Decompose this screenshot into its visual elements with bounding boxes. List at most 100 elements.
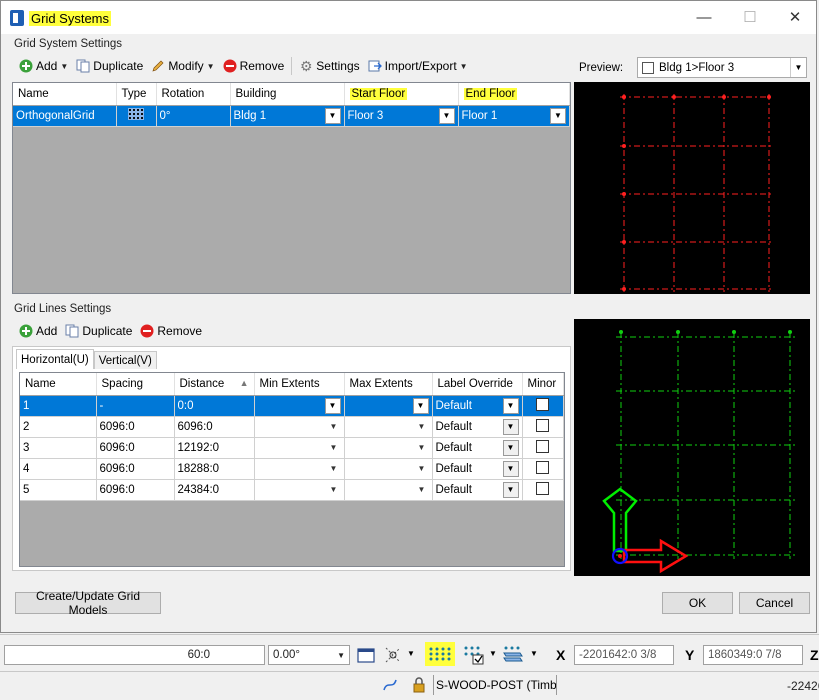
distance-cell[interactable]: 12192:0	[174, 437, 255, 459]
modify-grid-system-button[interactable]: Modify ▼	[147, 55, 218, 77]
grid-display-icon[interactable]	[461, 643, 487, 665]
distance-cell[interactable]: 0:0	[174, 395, 255, 417]
column-label-override[interactable]: Label Override	[432, 373, 523, 396]
create-update-grid-models-button[interactable]: Create/Update Grid Models	[15, 589, 161, 617]
remove-grid-line-button[interactable]: Remove	[136, 320, 206, 342]
start-floor-cell[interactable]: Floor 3 ▼	[344, 105, 459, 127]
chevron-down-icon[interactable]: ▼	[530, 649, 538, 658]
chevron-down-icon[interactable]: ▼	[502, 481, 519, 498]
minor-checkbox[interactable]	[536, 418, 550, 432]
settings-button[interactable]: ⚙ Settings	[295, 55, 363, 77]
chevron-down-icon[interactable]: ▼	[327, 485, 341, 494]
line-name-cell[interactable]: 4	[20, 458, 97, 480]
duplicate-grid-system-button[interactable]: Duplicate	[72, 55, 147, 77]
remove-grid-system-button[interactable]: Remove	[219, 55, 289, 77]
angle-field[interactable]: 0.00° ▼	[268, 645, 350, 665]
chevron-down-icon[interactable]: ▼	[415, 422, 429, 431]
chevron-down-icon[interactable]: ▼	[327, 422, 341, 431]
column-name[interactable]: Name	[13, 83, 117, 106]
spacing-cell[interactable]: 6096:0	[96, 458, 175, 480]
snap-mode-icon[interactable]	[383, 645, 403, 665]
grid-type-cell[interactable]	[116, 105, 157, 127]
minor-cell[interactable]	[522, 416, 564, 438]
table-row[interactable]: 5 6096:0 24384:0 ▼ ▼ Default ▼	[20, 479, 564, 501]
x-coordinate-field[interactable]: -2201642:0 3/8	[574, 645, 674, 665]
chevron-down-icon[interactable]: ▼	[324, 107, 341, 124]
grid-snap-icon[interactable]	[425, 642, 455, 666]
line-name-cell[interactable]: 3	[20, 437, 97, 459]
chevron-down-icon[interactable]: ▼	[502, 439, 519, 456]
column-min-extents[interactable]: Min Extents	[254, 373, 345, 396]
max-extents-cell[interactable]: ▼	[344, 479, 433, 501]
label-override-cell[interactable]: Default ▼	[432, 416, 523, 438]
column-start-floor[interactable]: Start Floor	[344, 83, 459, 106]
minor-checkbox[interactable]	[536, 481, 550, 495]
minor-cell[interactable]	[522, 458, 564, 480]
y-coordinate-field[interactable]: 1860349:0 7/8	[703, 645, 803, 665]
min-extents-cell[interactable]: ▼	[254, 416, 345, 438]
chevron-down-icon[interactable]: ▼	[502, 397, 519, 414]
import-export-button[interactable]: Import/Export ▼	[364, 55, 472, 77]
chevron-down-icon[interactable]: ▼	[412, 397, 429, 414]
spacing-cell[interactable]: 6096:0	[96, 416, 175, 438]
grid-name-cell[interactable]: OrthogonalGrid	[13, 105, 117, 127]
distance-cell[interactable]: 24384:0	[174, 479, 255, 501]
table-row[interactable]: 1-0:0 ▼ ▼ Default ▼	[20, 395, 564, 417]
cancel-button[interactable]: Cancel	[739, 592, 810, 614]
ok-button[interactable]: OK	[662, 592, 733, 614]
end-floor-cell[interactable]: Floor 1 ▼	[458, 105, 570, 127]
min-extents-cell[interactable]: ▼	[254, 437, 345, 459]
tab-horizontal[interactable]: Horizontal(U)	[16, 349, 94, 369]
measure-icon[interactable]	[381, 676, 399, 694]
column-distance[interactable]: Distance ▲	[174, 373, 255, 396]
tab-vertical[interactable]: Vertical(V)	[93, 351, 157, 369]
table-row[interactable]: 4 6096:0 18288:0 ▼ ▼ Default ▼	[20, 458, 564, 480]
column-spacing[interactable]: Spacing	[96, 373, 175, 396]
spacing-cell[interactable]: -	[96, 395, 175, 417]
minor-checkbox[interactable]	[536, 460, 550, 474]
add-grid-line-button[interactable]: Add	[15, 320, 61, 342]
minor-checkbox[interactable]	[536, 397, 550, 411]
column-type[interactable]: Type	[116, 83, 157, 106]
spacing-cell[interactable]: 6096:0	[96, 479, 175, 501]
label-override-cell[interactable]: Default ▼	[432, 458, 523, 480]
chevron-down-icon[interactable]: ▼	[502, 460, 519, 477]
chevron-down-icon[interactable]: ▼	[438, 107, 455, 124]
spacing-cell[interactable]: 6096:0	[96, 437, 175, 459]
table-row[interactable]: 3 6096:0 12192:0 ▼ ▼ Default ▼	[20, 437, 564, 459]
chevron-down-icon[interactable]: ▼	[327, 464, 341, 473]
minor-cell[interactable]	[522, 437, 564, 459]
min-extents-cell[interactable]: ▼	[254, 458, 345, 480]
minimize-button[interactable]: —	[694, 9, 714, 27]
label-override-cell[interactable]: Default ▼	[432, 479, 523, 501]
max-extents-cell[interactable]: ▼	[344, 437, 433, 459]
line-name-cell[interactable]: 5	[20, 479, 97, 501]
max-extents-cell[interactable]: ▼	[344, 395, 433, 417]
distance-cell[interactable]: 18288:0	[174, 458, 255, 480]
chevron-down-icon[interactable]: ▼	[489, 649, 497, 658]
max-extents-cell[interactable]: ▼	[344, 416, 433, 438]
column-building[interactable]: Building	[230, 83, 345, 106]
close-button[interactable]: ✕	[785, 9, 805, 27]
maximize-button[interactable]: ☐	[740, 9, 760, 27]
lock-icon[interactable]	[411, 676, 427, 694]
minor-checkbox[interactable]	[536, 439, 550, 453]
minor-cell[interactable]	[522, 395, 564, 417]
chevron-down-icon[interactable]: ▼	[407, 649, 415, 658]
active-element-field[interactable]: S-WOOD-POST (Timber	[433, 675, 557, 695]
building-cell[interactable]: Bldg 1 ▼	[230, 105, 345, 127]
duplicate-grid-line-button[interactable]: Duplicate	[61, 320, 136, 342]
column-max-extents[interactable]: Max Extents	[344, 373, 433, 396]
column-minor[interactable]: Minor	[522, 373, 564, 396]
min-extents-cell[interactable]: ▼	[254, 395, 345, 417]
column-end-floor[interactable]: End Floor	[458, 83, 570, 106]
distance-cell[interactable]: 6096:0	[174, 416, 255, 438]
chevron-down-icon[interactable]: ▼	[324, 397, 341, 414]
chevron-down-icon[interactable]: ▼	[502, 418, 519, 435]
add-grid-system-button[interactable]: Add ▼	[15, 55, 72, 77]
min-extents-cell[interactable]: ▼	[254, 479, 345, 501]
scale-field[interactable]: 60:0	[4, 645, 265, 665]
preview-select[interactable]: Bldg 1>Floor 3 ▼	[637, 57, 807, 78]
chevron-down-icon[interactable]: ▼	[327, 443, 341, 452]
chevron-down-icon[interactable]: ▼	[415, 485, 429, 494]
